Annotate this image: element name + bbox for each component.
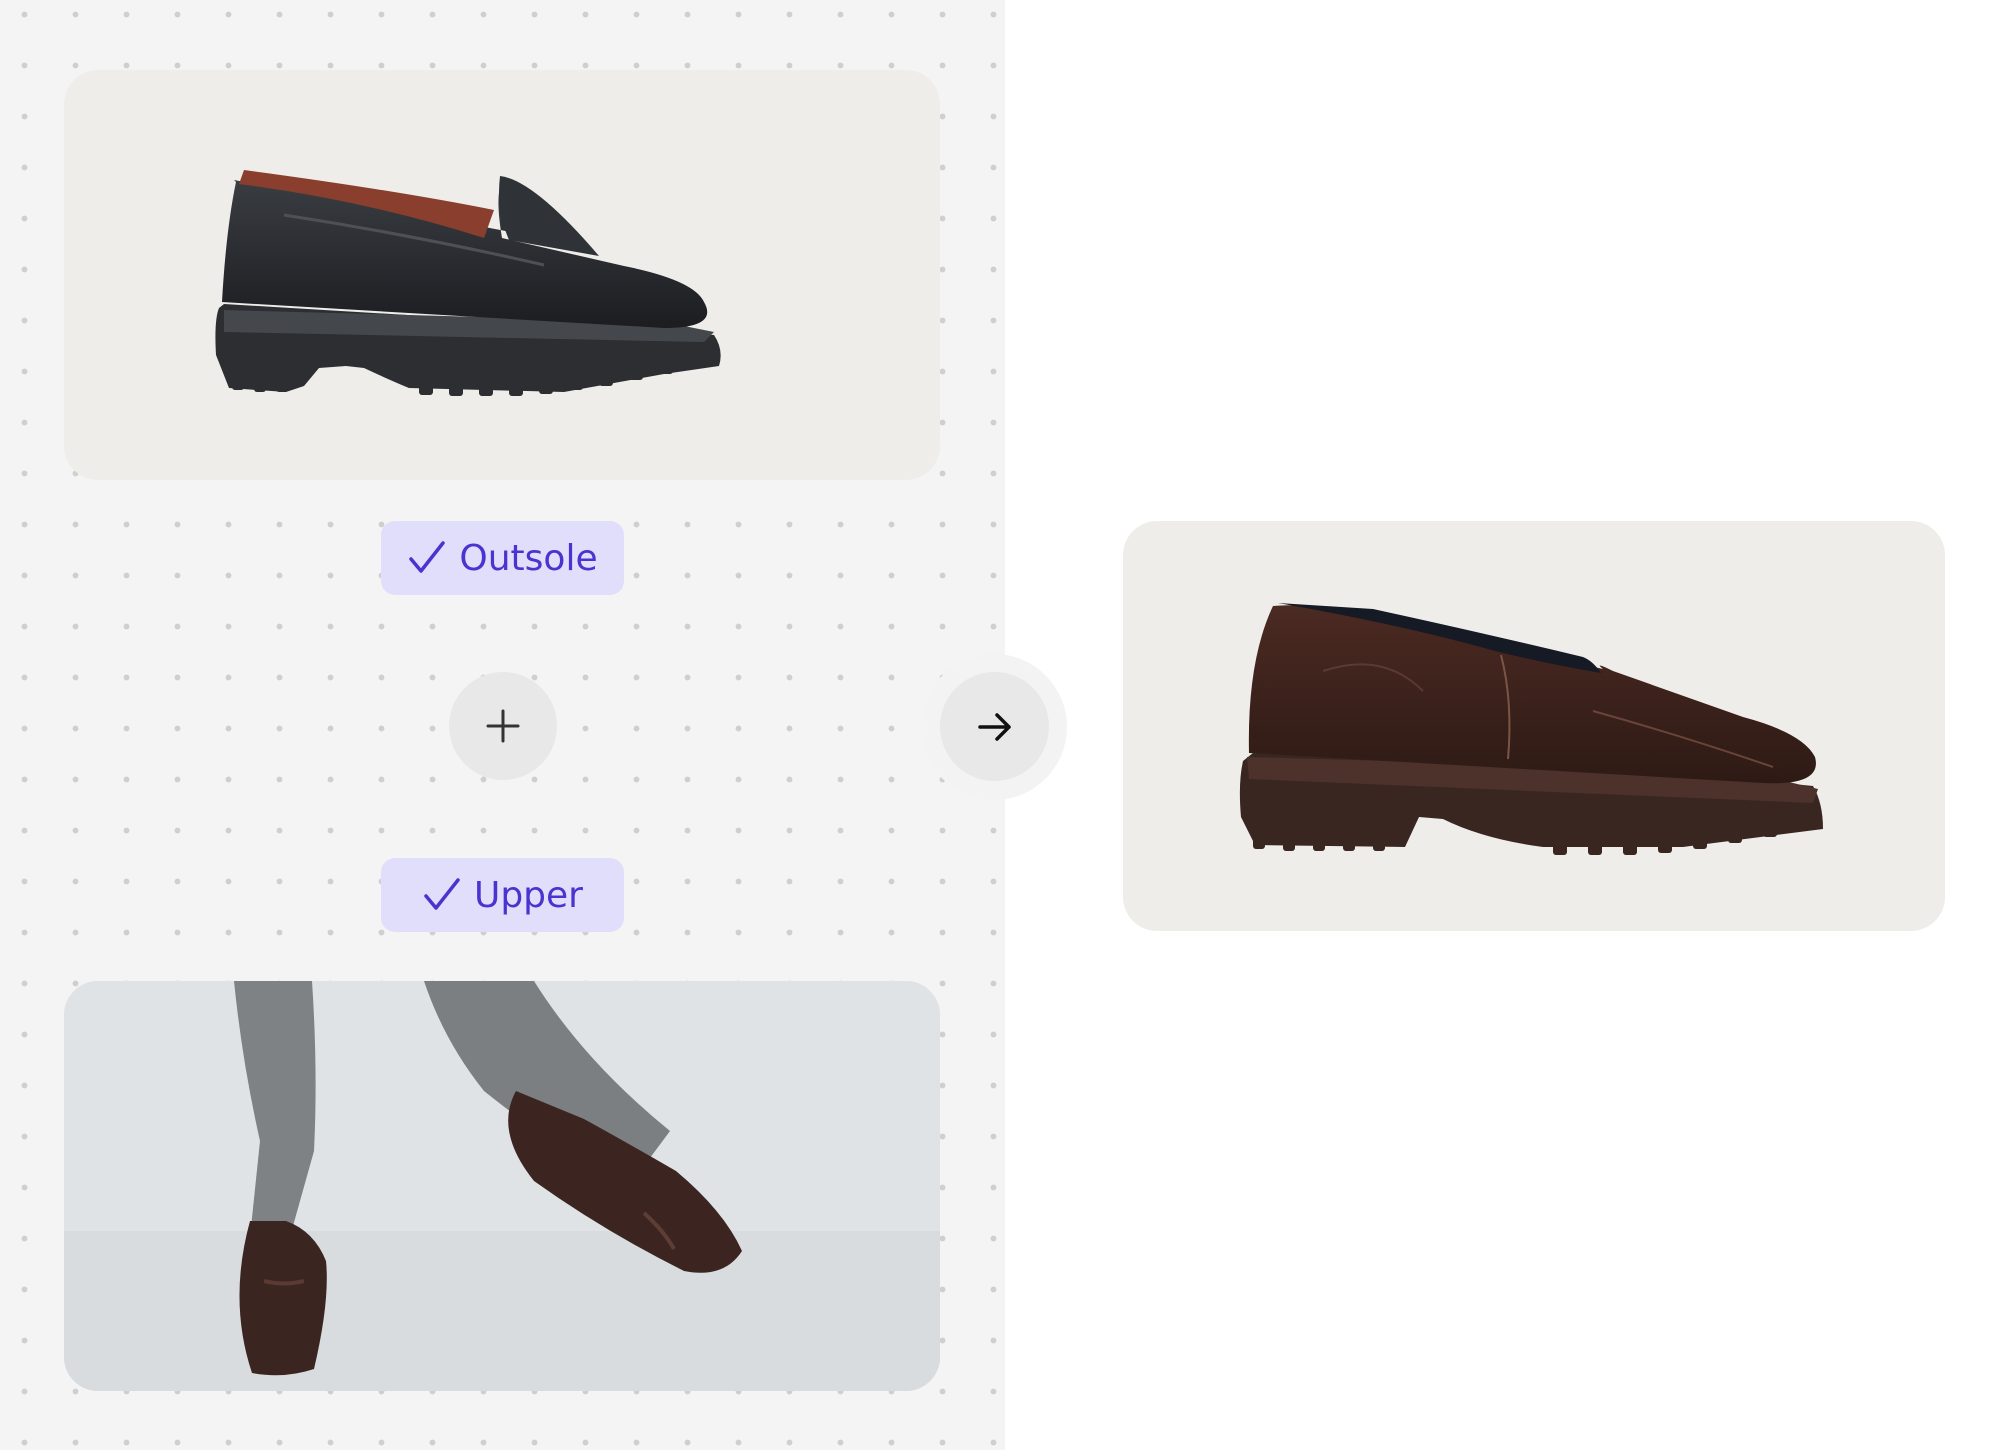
upper-chip[interactable]: Upper	[381, 858, 624, 932]
arrow-right-icon	[977, 712, 1011, 741]
plus-icon	[486, 709, 520, 743]
brown-patent-shoes-image	[64, 981, 940, 1391]
generate-arrow-button[interactable]	[940, 672, 1049, 781]
check-icon	[424, 878, 460, 910]
outsole-source-image-card[interactable]	[64, 70, 940, 480]
outsole-chip-label: Outsole	[459, 537, 598, 579]
outsole-chip[interactable]: Outsole	[381, 521, 624, 595]
combine-plus-button[interactable]	[449, 672, 557, 780]
result-image-card[interactable]	[1123, 521, 1945, 931]
brown-patent-lug-sole-shoe-image	[1239, 603, 1823, 855]
upper-chip-label: Upper	[473, 874, 583, 916]
check-icon	[409, 541, 446, 573]
black-loafer-image	[215, 170, 721, 396]
upper-source-image-card[interactable]	[64, 981, 940, 1391]
